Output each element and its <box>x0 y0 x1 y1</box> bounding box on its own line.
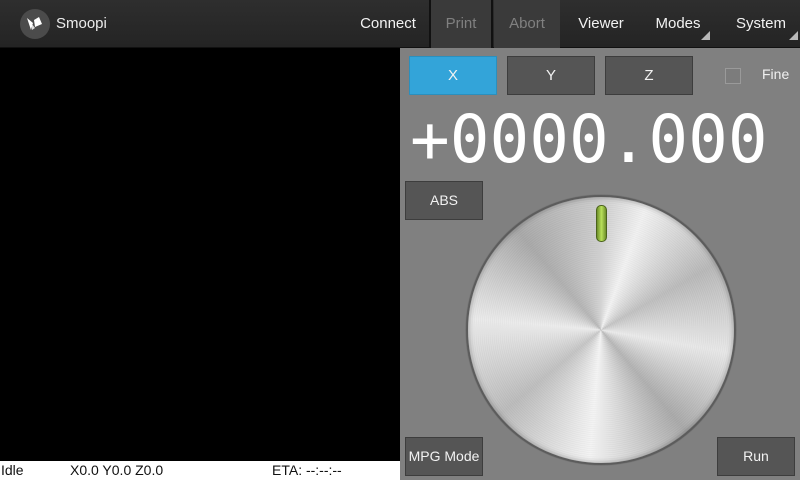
status-bar: Idle X0.0 Y0.0 Z0.0 ETA: --:--:-- <box>0 461 400 480</box>
knob-indicator <box>596 205 607 242</box>
fine-label: Fine <box>762 66 790 82</box>
run-button[interactable]: Run <box>717 437 795 476</box>
position-display: +0000.000 <box>410 101 768 178</box>
toolbar-separator <box>491 0 493 48</box>
print-button[interactable]: Print <box>431 0 491 48</box>
machine-state: Idle <box>1 462 24 478</box>
mpg-mode-button[interactable]: MPG Mode <box>405 437 483 476</box>
axis-y-button[interactable]: Y <box>507 56 595 95</box>
app-title: Smoopi <box>56 15 107 32</box>
abs-button[interactable]: ABS <box>405 181 483 220</box>
mpg-jog-knob[interactable] <box>466 195 736 465</box>
fine-checkbox[interactable] <box>725 68 741 84</box>
viewer-canvas[interactable] <box>0 48 400 461</box>
connect-button[interactable]: Connect <box>348 0 428 48</box>
top-action-bar: Smoopi Connect Print Abort Viewer Modes … <box>0 0 800 48</box>
kivy-logo-icon[interactable] <box>20 9 50 39</box>
abort-button[interactable]: Abort <box>494 0 560 48</box>
axis-z-button[interactable]: Z <box>605 56 693 95</box>
dro-panel: X Y Z Fine +0000.000 ABS MPG Mode Run <box>400 48 800 480</box>
system-menu[interactable]: System <box>722 0 800 48</box>
axis-x-button[interactable]: X <box>409 56 497 95</box>
eta-readout: ETA: --:--:-- <box>272 462 342 478</box>
viewer-button[interactable]: Viewer <box>566 0 636 48</box>
modes-menu[interactable]: Modes <box>644 0 712 48</box>
position-readout: X0.0 Y0.0 Z0.0 <box>70 462 164 478</box>
